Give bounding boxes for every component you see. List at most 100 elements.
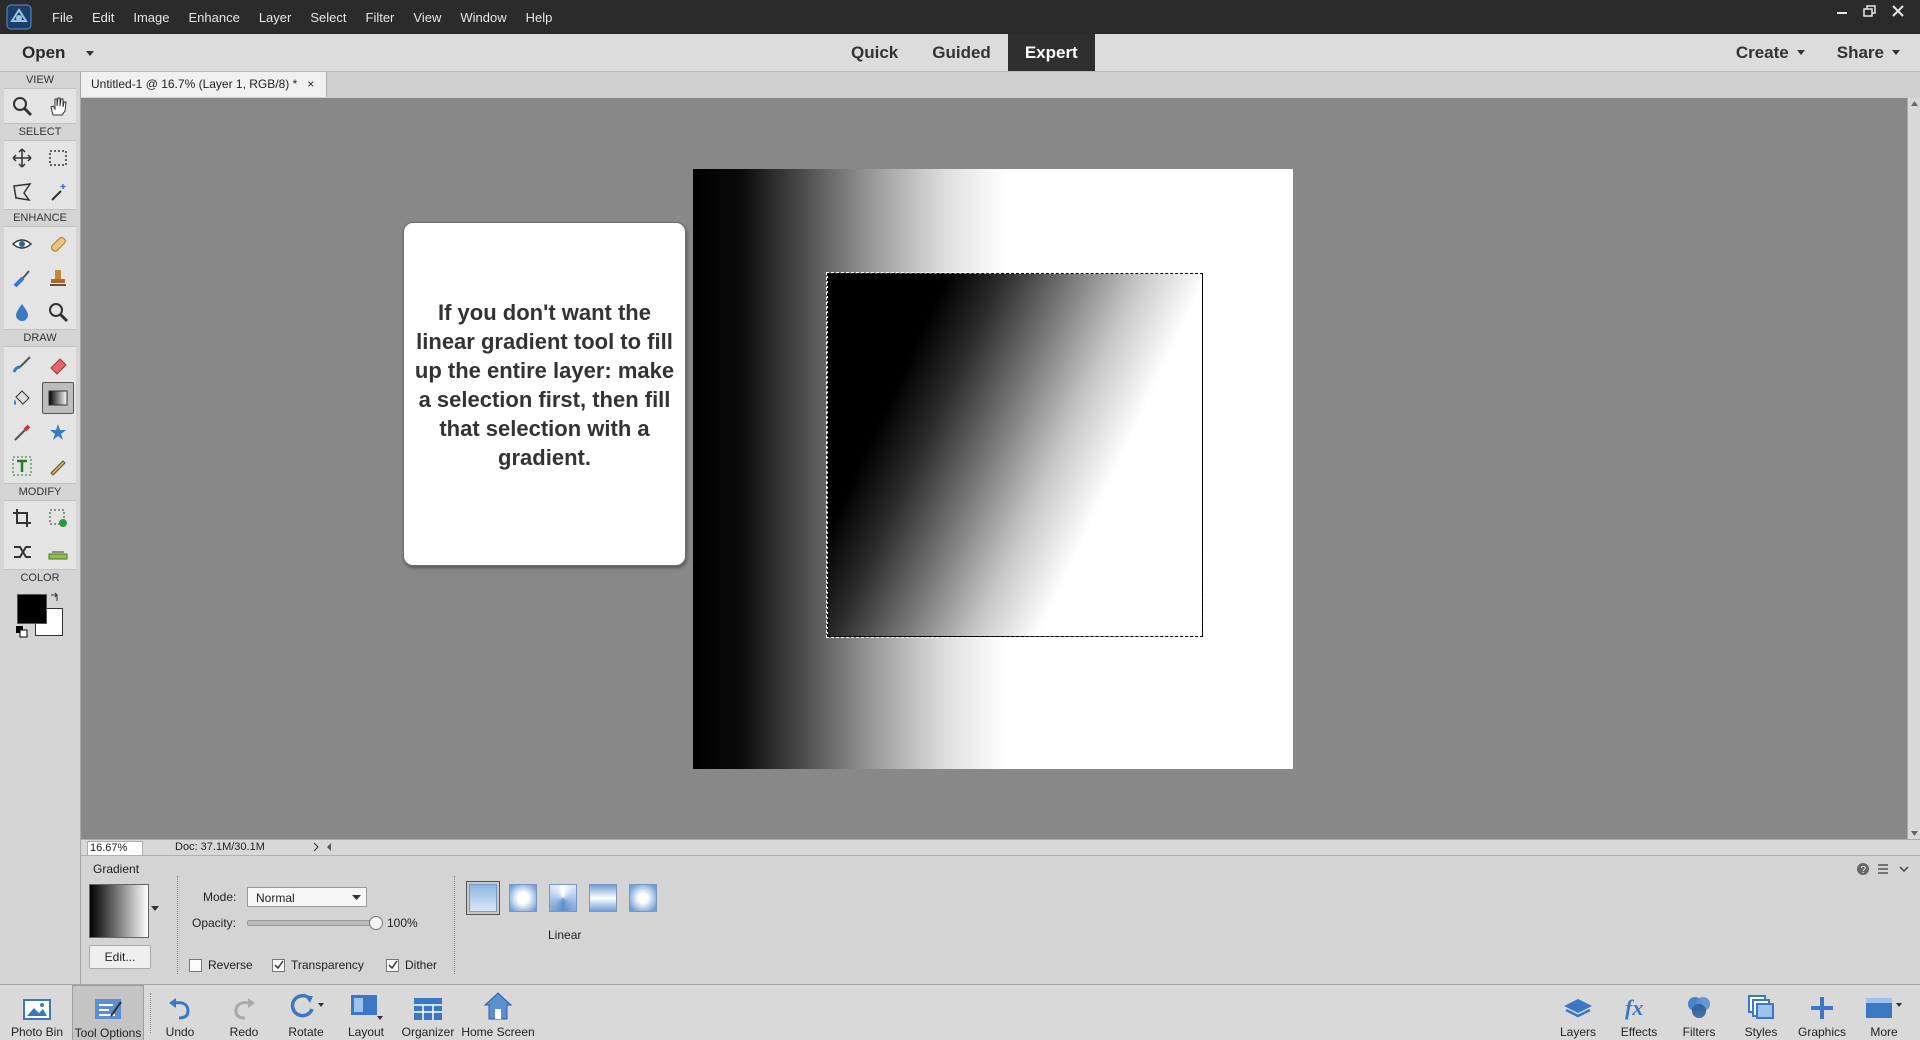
menu-edit[interactable]: Edit	[92, 10, 114, 25]
minimize-icon[interactable]	[1830, 2, 1854, 20]
gradient-tool-icon[interactable]	[42, 382, 74, 414]
organizer-button[interactable]: Organizer	[400, 985, 456, 1040]
effects-panel-button[interactable]: fx Effects	[1617, 985, 1661, 1040]
menu-help[interactable]: Help	[526, 10, 553, 25]
magic-wand-icon[interactable]	[42, 176, 74, 208]
layers-panel-button[interactable]: Layers	[1556, 985, 1600, 1040]
more-panel-button[interactable]: More	[1862, 985, 1906, 1040]
lasso-tool-icon[interactable]	[6, 176, 38, 208]
vertical-scrollbar[interactable]	[1907, 98, 1920, 839]
gradient-picker-swatch[interactable]	[89, 884, 149, 938]
transparency-checkbox[interactable]	[272, 959, 285, 972]
menu-view[interactable]: View	[413, 10, 441, 25]
create-menu[interactable]: Create	[1736, 43, 1805, 63]
hand-tool-icon[interactable]	[42, 90, 74, 122]
zoom-tool-icon[interactable]	[6, 90, 38, 122]
document-tab[interactable]: Untitled-1 @ 16.7% (Layer 1, RGB/8) * ×	[81, 72, 328, 97]
options-menu-icon[interactable]	[1876, 862, 1892, 876]
move-tool-icon[interactable]	[6, 142, 38, 174]
home-icon	[483, 985, 513, 1021]
mode-quick[interactable]: Quick	[834, 34, 915, 71]
graphics-panel-button[interactable]: Graphics	[1794, 985, 1850, 1040]
opacity-slider-knob[interactable]	[369, 916, 383, 930]
content-aware-move-icon[interactable]	[6, 536, 38, 568]
open-caret-icon[interactable]	[86, 51, 94, 56]
status-menu-arrow-icon[interactable]	[311, 840, 371, 854]
organizer-label: Organizer	[401, 1025, 455, 1039]
rotate-button[interactable]: Rotate	[284, 985, 328, 1040]
section-label-view: VIEW	[25, 74, 55, 86]
share-label: Share	[1836, 42, 1884, 62]
restore-icon[interactable]	[1858, 2, 1882, 20]
menu-select[interactable]: Select	[310, 10, 346, 25]
undo-button[interactable]: Undo	[160, 985, 200, 1040]
brush-tool-icon[interactable]	[6, 348, 38, 380]
red-eye-icon[interactable]	[6, 228, 38, 260]
share-menu[interactable]: Share	[1837, 43, 1900, 63]
rectangular-marquee-icon[interactable]	[42, 142, 74, 174]
reflected-gradient-button[interactable]	[586, 881, 620, 915]
gradient-type-label: Linear	[548, 928, 582, 942]
selection-marquee[interactable]	[826, 272, 1204, 638]
reverse-checkbox[interactable]	[189, 959, 202, 972]
filters-panel-button[interactable]: Filters	[1677, 985, 1721, 1040]
opacity-slider[interactable]	[247, 916, 383, 930]
organizer-icon	[413, 985, 443, 1021]
sponge-tool-icon[interactable]	[42, 296, 74, 328]
custom-shape-icon[interactable]	[42, 416, 74, 448]
type-tool-icon[interactable]	[6, 450, 38, 482]
undo-icon	[166, 985, 194, 1021]
menu-enhance[interactable]: Enhance	[189, 10, 240, 25]
spot-healing-icon[interactable]	[42, 228, 74, 260]
open-button[interactable]: Open	[22, 43, 65, 63]
menu-file[interactable]: File	[52, 10, 73, 25]
redo-button[interactable]: Redo	[224, 985, 264, 1040]
crop-tool-icon[interactable]	[6, 502, 38, 534]
menu-window[interactable]: Window	[460, 10, 506, 25]
menu-layer[interactable]: Layer	[259, 10, 292, 25]
home-screen-button[interactable]: Home Screen	[460, 985, 536, 1040]
section-label-enhance: ENHANCE	[13, 212, 67, 224]
dither-checkbox[interactable]	[386, 959, 399, 972]
foreground-color-swatch[interactable]	[17, 594, 47, 624]
default-colors-icon[interactable]	[16, 626, 28, 638]
clone-stamp-icon[interactable]	[42, 262, 74, 294]
paint-bucket-icon[interactable]	[6, 382, 38, 414]
help-icon[interactable]: ?	[1856, 862, 1870, 876]
section-label-draw: DRAW	[23, 332, 57, 344]
document-tab-title: Untitled-1 @ 16.7% (Layer 1, RGB/8) *	[91, 77, 298, 91]
bottom-taskbar: Photo Bin Tool Options Undo Redo Rotate …	[0, 984, 1920, 1040]
eraser-tool-icon[interactable]	[42, 348, 74, 380]
angle-gradient-button[interactable]	[546, 881, 580, 915]
edit-gradient-button[interactable]: Edit...	[89, 945, 151, 969]
mode-expert[interactable]: Expert	[1007, 34, 1095, 71]
radial-gradient-button[interactable]	[506, 881, 540, 915]
menu-filter[interactable]: Filter	[366, 10, 395, 25]
styles-panel-button[interactable]: Styles	[1739, 985, 1783, 1040]
opacity-value: 100%	[387, 916, 418, 930]
photo-bin-button[interactable]: Photo Bin	[8, 985, 66, 1040]
linear-gradient-button[interactable]	[466, 881, 500, 915]
recompose-tool-icon[interactable]	[42, 502, 74, 534]
blur-tool-icon[interactable]	[6, 296, 38, 328]
doc-size-info: Doc: 37.1M/30.1M	[175, 841, 265, 853]
pencil-tool-icon[interactable]	[42, 450, 74, 482]
mode-guided[interactable]: Guided	[915, 34, 1008, 71]
layout-button[interactable]: Layout	[346, 985, 386, 1040]
smart-brush-icon[interactable]	[6, 262, 38, 294]
close-tab-icon[interactable]: ×	[307, 72, 314, 97]
collapse-panel-icon[interactable]	[1898, 862, 1910, 876]
svg-text:fx: fx	[1625, 995, 1643, 1020]
zoom-level-field[interactable]: 16.67%	[87, 841, 143, 856]
gradient-picker-caret-icon[interactable]	[151, 906, 159, 911]
eyedropper-icon[interactable]	[6, 416, 38, 448]
chevron-down-icon	[352, 895, 361, 900]
toolbox: VIEW SELECT ENHANCE DRAW MODIFY COLOR	[0, 72, 81, 986]
straighten-tool-icon[interactable]	[42, 536, 74, 568]
close-window-icon[interactable]	[1886, 2, 1910, 20]
menu-image[interactable]: Image	[133, 10, 169, 25]
tool-options-button[interactable]: Tool Options	[72, 985, 144, 1040]
diamond-gradient-button[interactable]	[626, 881, 660, 915]
swap-colors-icon[interactable]	[49, 591, 61, 603]
blend-mode-select[interactable]: Normal	[247, 887, 367, 907]
